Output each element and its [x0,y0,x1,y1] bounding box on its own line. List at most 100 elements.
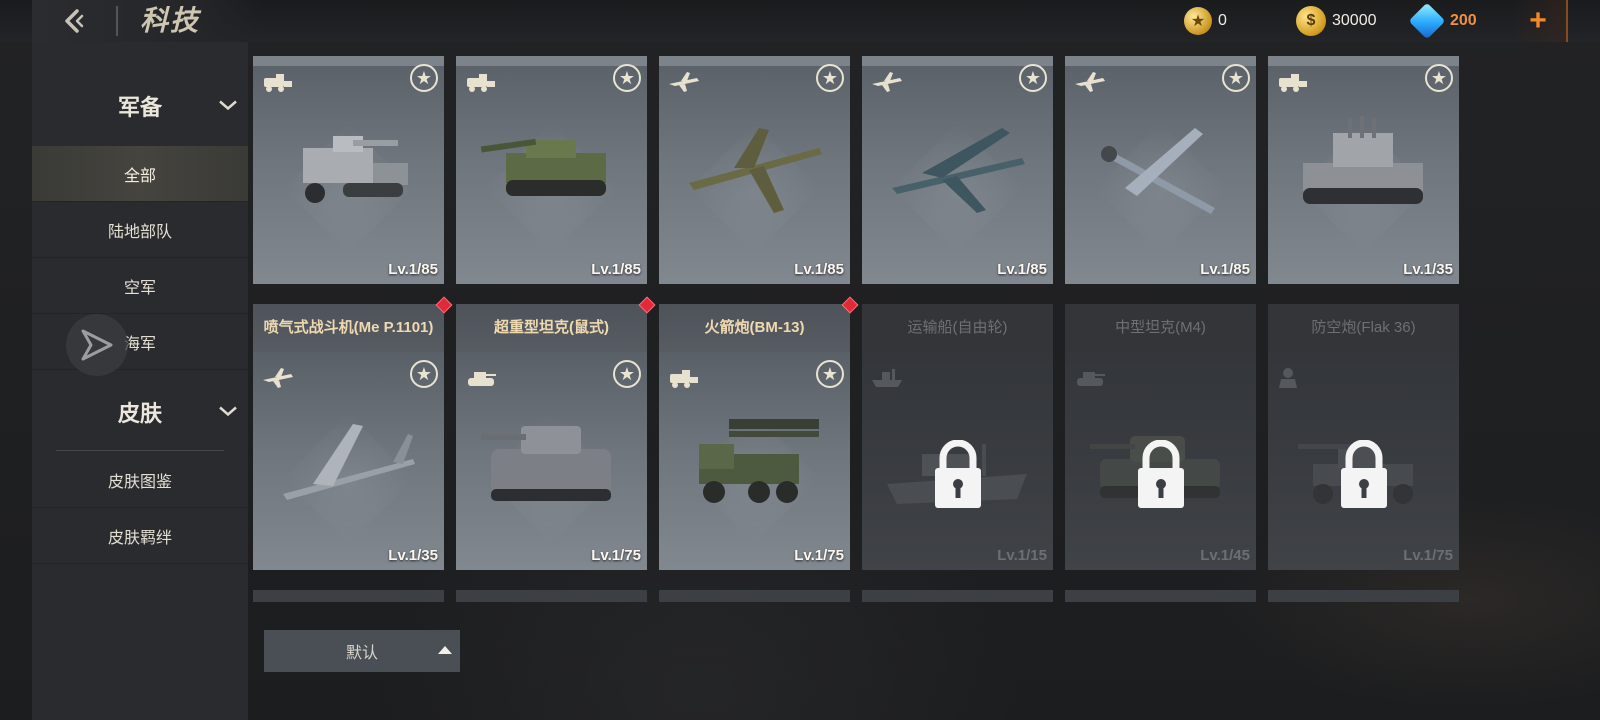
chevron-down-icon [218,96,238,117]
diamond-counter[interactable]: 200 [1408,2,1477,40]
plane-type-icon [263,368,293,388]
vehicle-type-icon [467,74,495,92]
star-rank-icon: ★ [613,64,641,92]
sidebar-item-all[interactable]: 全部 [32,146,248,202]
diamond-value: 200 [1450,12,1477,29]
level-label: Lv.1/15 [997,547,1047,564]
level-label: Lv.1/85 [794,261,844,278]
lock-icon [934,440,981,508]
tech-name-label: 中型坦克(M4) [1065,304,1256,352]
card-top-bar [659,56,850,66]
star-coin-counter[interactable]: ★ 0 [1184,6,1227,36]
tech-card[interactable]: ★ Lv.1/85 [253,56,444,284]
tech-card-stub[interactable] [253,590,444,602]
sidebar-item-navy[interactable]: 海军 [32,314,248,370]
level-label: Lv.1/35 [1403,261,1453,278]
lock-icon [1137,440,1184,508]
caret-up-icon [438,646,452,654]
gold-coin-value: 30000 [1332,12,1377,29]
sidebar-group-skins[interactable]: 皮肤 [32,372,248,452]
level-label: Lv.1/85 [997,261,1047,278]
plane-type-icon [1075,72,1105,92]
tech-card[interactable]: ★ Lv.1/75 [659,352,850,570]
sidebar-group-label: 军备 [117,95,162,120]
tech-card-stub[interactable] [659,590,850,602]
sidebar-item-land[interactable]: 陆地部队 [32,202,248,258]
sort-dropdown[interactable]: 默认 [264,630,460,672]
jet-art-icon [283,424,415,500]
level-label: Lv.1/75 [591,547,641,564]
sidebar: 军备 全部 陆地部队 空军 海军 皮肤 皮肤图鉴 皮肤羁绊 [32,42,248,720]
infantry-type-icon [1279,368,1297,388]
aa-tank-art-icon [1303,116,1423,204]
floating-play-button[interactable] [66,314,128,376]
card-top-bar [253,56,444,66]
level-label: Lv.1/75 [1403,547,1453,564]
tech-card-stub[interactable] [1065,590,1256,602]
tech-card[interactable]: ★ Lv.1/85 [1065,56,1256,284]
tech-card[interactable]: ★ Lv.1/35 [253,352,444,570]
vehicle-type-icon [264,74,292,92]
gold-coin-icon: $ [1296,6,1326,36]
level-label: Lv.1/35 [388,547,438,564]
vehicle-type-icon [1279,74,1307,92]
lock-icon [1340,440,1387,508]
tech-card-locked[interactable]: Lv.1/45 [1065,352,1256,570]
tech-card-locked[interactable]: Lv.1/75 [1268,352,1459,570]
tech-card[interactable]: ★ Lv.1/85 [659,56,850,284]
tech-name-label: 超重型坦克(鼠式) [456,304,647,352]
tech-card[interactable]: ★ Lv.1/85 [862,56,1053,284]
sidebar-item-skin-gallery[interactable]: 皮肤图鉴 [32,452,248,508]
page-title: 科技 [140,5,201,36]
sidebar-separator [56,450,224,451]
tech-name-label: 防空炮(Flak 36) [1268,304,1459,352]
tech-card[interactable]: ★ Lv.1/35 [1268,56,1459,284]
star-coin-value: 0 [1218,12,1227,29]
sidebar-item-skin-bond[interactable]: 皮肤羁绊 [32,508,248,564]
star-coin-icon: ★ [1184,7,1212,35]
level-label: Lv.1/85 [388,261,438,278]
tech-name-label: 火箭炮(BM-13) [659,304,850,352]
rocket-truck-art-icon [699,419,819,503]
sort-dropdown-label: 默认 [345,645,378,662]
tech-card[interactable]: ★ Lv.1/75 [456,352,647,570]
level-label: Lv.1/45 [1200,547,1250,564]
level-label: Lv.1/85 [591,261,641,278]
diamond-icon [1408,2,1446,40]
heavy-tank-art-icon [481,426,611,501]
sidebar-group-equipment[interactable]: 军备 [32,66,248,146]
add-currency-button[interactable]: + [1510,0,1568,42]
tech-card-stub[interactable] [862,590,1053,602]
card-top-bar [1268,56,1459,66]
star-rank-icon: ★ [816,360,844,388]
bomber-art-icon [689,128,822,213]
card-top-bar [456,56,647,66]
card-top-bar [862,56,1053,66]
star-rank-icon: ★ [410,64,438,92]
spg-art-icon [480,138,606,196]
star-rank-icon: ★ [1019,64,1047,92]
card-top-bar [1065,56,1256,66]
star-rank-icon: ★ [816,64,844,92]
ship-type-icon [872,369,902,387]
tech-grid: ★ Lv.1/85 ★ Lv.1/85 ★ Lv.1/85 ★ Lv.1/85 … [248,42,1488,610]
sidebar-item-air[interactable]: 空军 [32,258,248,314]
tank-type-icon [1077,372,1105,386]
plane-type-icon [872,72,902,92]
tech-name-label: 喷气式战斗机(Me P.1101) [253,304,444,352]
tech-card-locked[interactable]: Lv.1/15 [862,352,1053,570]
bomber-art-icon [892,128,1025,213]
play-arrow-icon [81,329,113,361]
vehicle-type-icon [670,370,698,388]
star-rank-icon: ★ [1222,64,1250,92]
tank-type-icon [468,372,496,386]
star-rank-icon: ★ [613,360,641,388]
gold-coin-counter[interactable]: $ 30000 [1296,6,1377,36]
star-rank-icon: ★ [410,360,438,388]
tech-card[interactable]: ★ Lv.1/85 [456,56,647,284]
tech-card-stub[interactable] [1268,590,1459,602]
plane-type-icon [669,72,699,92]
back-button[interactable] [56,3,92,39]
title-divider [116,6,118,36]
tech-card-stub[interactable] [456,590,647,602]
